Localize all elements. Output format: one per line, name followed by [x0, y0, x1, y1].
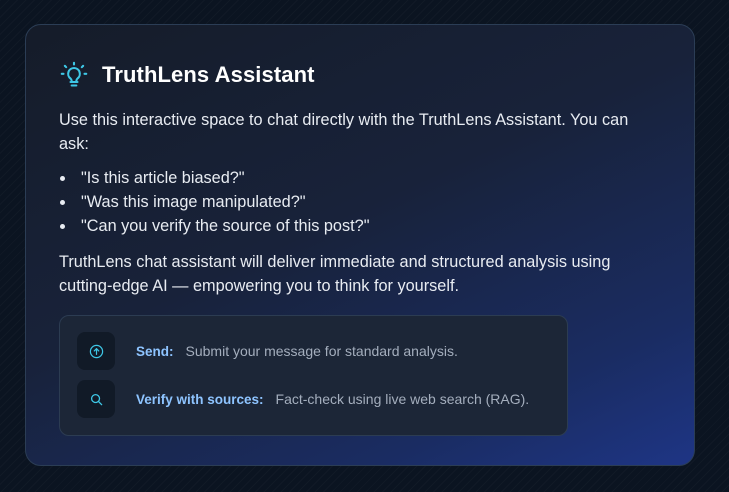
send-button[interactable] [77, 332, 115, 370]
actions-legend: Send: Submit your message for standard a… [59, 315, 568, 436]
send-icon [89, 344, 104, 359]
send-description: Submit your message for standard analysi… [185, 343, 458, 359]
outro-text: TruthLens chat assistant will deliver im… [59, 253, 611, 295]
example-question: "Was this image manipulated?" [60, 190, 661, 214]
search-icon [89, 392, 104, 407]
page-title: TruthLens Assistant [102, 62, 315, 87]
example-questions-list: "Is this article biased?" "Was this imag… [59, 166, 661, 238]
send-action-row: Send: Submit your message for standard a… [77, 332, 567, 370]
intro-text: Use this interactive space to chat direc… [59, 111, 629, 153]
verify-description: Fact-check using live web search (RAG). [275, 391, 530, 407]
assistant-info-card: TruthLens Assistant Use this interactive… [25, 24, 695, 466]
example-question: "Can you verify the source of this post?… [60, 214, 661, 238]
verify-action-row: Verify with sources: Fact-check using li… [77, 380, 567, 418]
card-header: TruthLens Assistant [59, 61, 661, 89]
verify-with-sources-button[interactable] [77, 380, 115, 418]
verify-label: Verify with sources: [136, 391, 264, 407]
example-question: "Is this article biased?" [60, 166, 661, 190]
send-label: Send: [136, 343, 174, 359]
lightbulb-icon [59, 60, 89, 90]
